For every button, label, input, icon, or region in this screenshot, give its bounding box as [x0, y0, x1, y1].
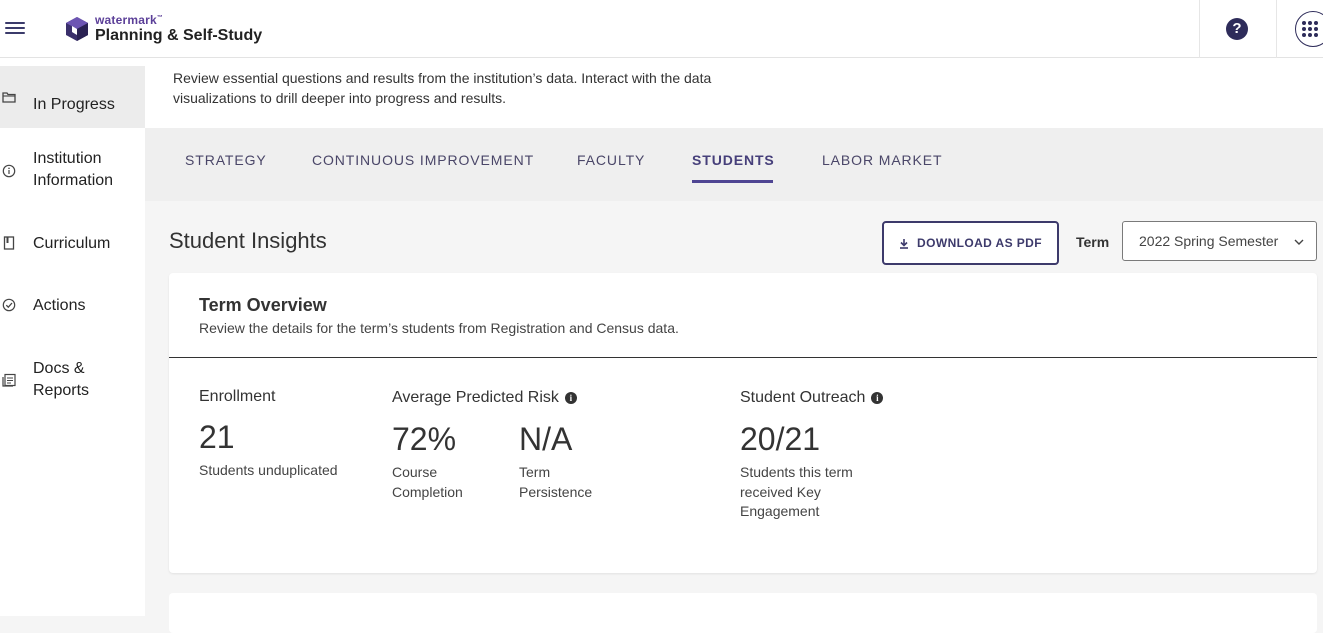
outreach-heading-label: Student Outreach — [740, 389, 866, 406]
tab-continuous-improvement[interactable]: CONTINUOUS IMPROVEMENT — [312, 152, 534, 168]
download-icon — [900, 238, 909, 249]
chevron-down-icon — [1294, 222, 1304, 260]
watermark-logo-icon — [66, 17, 88, 41]
trademark: ™ — [156, 15, 164, 21]
next-card — [169, 593, 1317, 633]
term-select-value: 2022 Spring Semester — [1139, 233, 1279, 249]
card-divider — [169, 357, 1317, 358]
sidebar-item-in-progress[interactable]: In Progress — [0, 66, 145, 128]
help-icon[interactable]: ? — [1226, 18, 1248, 40]
enrollment-value: 21 — [199, 419, 235, 455]
topbar-divider — [1199, 0, 1200, 58]
topbar-divider — [1276, 0, 1277, 58]
term-persistence-value: N/A — [519, 421, 573, 457]
book-icon — [2, 236, 16, 250]
info-icon[interactable]: i — [564, 392, 577, 404]
info-icon[interactable]: i — [871, 392, 884, 404]
document-stack-icon — [2, 373, 16, 387]
card-title: Term Overview — [199, 295, 327, 315]
sidebar-item-label: Docs & Reports — [33, 360, 90, 399]
sidebar-item-institution-information[interactable]: Institution Information — [0, 140, 145, 202]
brand-name: watermark — [95, 13, 157, 27]
active-tab-indicator — [692, 180, 773, 183]
check-circle-icon — [2, 298, 16, 312]
sidebar: In Progress Institution Information Curr… — [0, 58, 145, 616]
enrollment-heading: Enrollment — [199, 388, 275, 406]
tab-students[interactable]: STUDENTS — [692, 152, 775, 168]
info-icon — [2, 164, 16, 178]
enrollment-heading-label: Enrollment — [199, 388, 276, 405]
product-name: Planning & Self-Study — [95, 27, 263, 44]
sidebar-item-label: In Progress — [33, 96, 115, 113]
sidebar-item-label: Actions — [33, 297, 86, 314]
term-overview-card: Term Overview Review the details for the… — [169, 273, 1317, 573]
sidebar-item-actions[interactable]: Actions — [0, 276, 145, 324]
sidebar-item-docs-reports[interactable]: Docs & Reports — [0, 338, 145, 400]
hamburger-menu-icon[interactable] — [5, 22, 25, 34]
term-select[interactable]: 2022 Spring Semester — [1122, 221, 1317, 261]
tab-faculty[interactable]: FACULTY — [577, 152, 645, 168]
risk-heading: Average Predicted Risk i — [392, 389, 577, 407]
outreach-heading: Student Outreach i — [740, 389, 884, 407]
course-completion-value: 72% — [392, 421, 457, 457]
outreach-caption: Students this term received Key Engageme… — [740, 464, 853, 519]
term-label: Term — [1076, 234, 1110, 250]
sidebar-item-curriculum[interactable]: Curriculum — [0, 214, 145, 262]
term-persistence-caption: Term Persistence — [519, 464, 593, 500]
app-logo[interactable]: watermark™ Planning & Self-Study — [64, 12, 262, 46]
folder-icon — [2, 90, 16, 104]
enrollment-caption: Students unduplicated — [199, 462, 338, 478]
course-completion-caption: Course Completion — [392, 464, 463, 500]
tab-strategy[interactable]: STRATEGY — [185, 152, 267, 168]
card-subtitle: Review the details for the term’s studen… — [199, 320, 679, 336]
grid-icon — [1302, 21, 1318, 37]
intro-panel: Review essential questions and results f… — [145, 58, 1323, 128]
tab-labor-market[interactable]: LABOR MARKET — [822, 152, 943, 168]
app-switcher-button[interactable] — [1295, 11, 1323, 47]
outreach-value: 20/21 — [740, 421, 821, 457]
risk-heading-label: Average Predicted Risk — [392, 389, 559, 406]
download-pdf-button[interactable]: DOWNLOAD AS PDF — [882, 221, 1059, 265]
sidebar-item-label: Curriculum — [33, 235, 111, 252]
download-pdf-label: DOWNLOAD AS PDF — [917, 236, 1042, 250]
main-content: Review essential questions and results f… — [145, 58, 1323, 633]
page-title: Student Insights — [169, 228, 327, 253]
tab-bar: STRATEGY CONTINUOUS IMPROVEMENT FACULTY … — [145, 128, 1323, 201]
sidebar-item-label: Institution Information — [33, 150, 114, 189]
top-bar: watermark™ Planning & Self-Study ? — [0, 0, 1323, 58]
intro-text: Review essential questions and results f… — [173, 70, 712, 106]
